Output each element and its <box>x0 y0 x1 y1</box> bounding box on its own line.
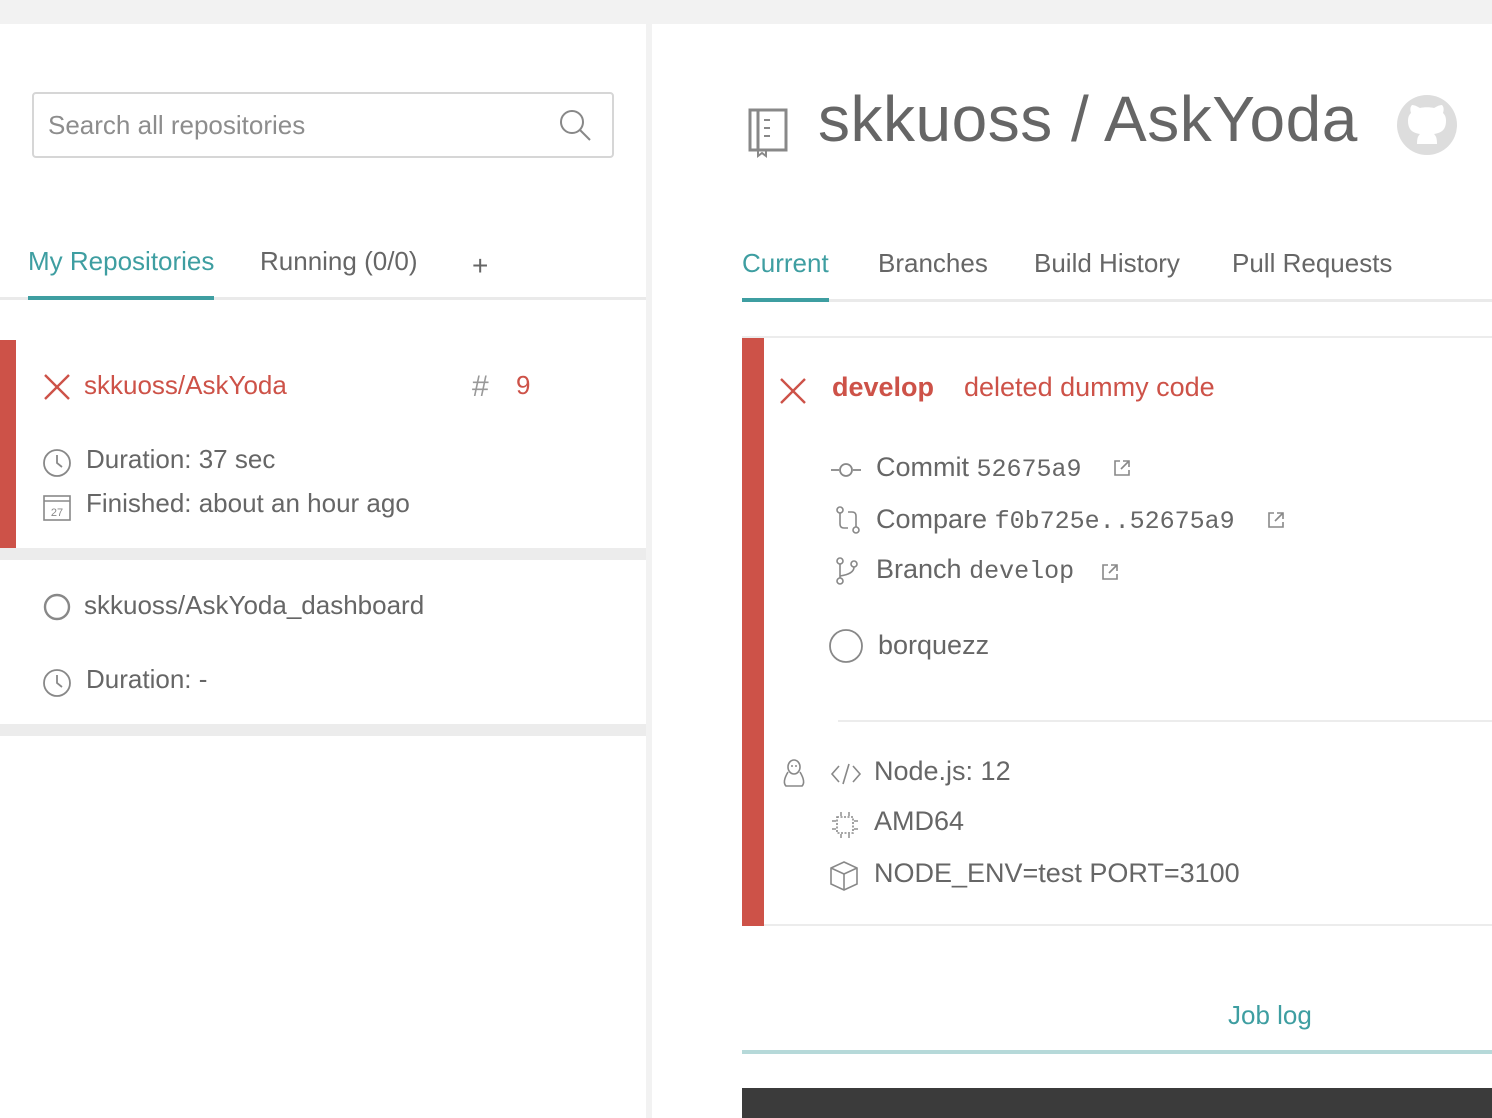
external-link-icon[interactable] <box>1266 510 1286 530</box>
external-link-icon[interactable] <box>1100 562 1120 582</box>
arch-info: AMD64 <box>874 806 965 836</box>
add-tab-button[interactable]: + <box>472 250 488 304</box>
repo-name-link[interactable]: skkuoss/AskYoda <box>84 370 287 401</box>
clock-icon <box>43 449 71 477</box>
search-icon[interactable] <box>558 108 592 142</box>
branch-name[interactable]: develop <box>969 557 1074 586</box>
commit-label: Commit <box>876 452 969 482</box>
compare-label: Compare <box>876 504 988 534</box>
branch-icon <box>836 557 858 585</box>
search-box <box>32 92 614 158</box>
author-name: borquezz <box>878 630 990 660</box>
status-circle-icon <box>43 593 71 621</box>
compare-icon <box>836 506 860 534</box>
tab-branches[interactable]: Branches <box>878 248 988 302</box>
repo-card-askyoda[interactable]: skkuoss/AskYoda # 9 Duration: 37 sec 27 … <box>0 340 646 548</box>
repository-main: skkuoss / AskYoda Current Branches Build… <box>652 24 1492 1118</box>
github-icon[interactable] <box>1396 94 1458 156</box>
language-info: Node.js: 12 <box>874 756 1011 786</box>
build-number-link[interactable]: 9 <box>516 370 530 401</box>
build-branch-link[interactable]: develop <box>832 372 934 403</box>
build-hash-icon: # <box>472 370 489 403</box>
tab-build-history[interactable]: Build History <box>1034 248 1180 302</box>
sidebar-tabs: My Repositories Running (0/0) + <box>0 224 646 300</box>
build-commit-message: deleted dummy code <box>964 372 1215 402</box>
tab-current[interactable]: Current <box>742 248 829 302</box>
commit-hash[interactable]: 52675a9 <box>977 455 1082 484</box>
failed-status-bar <box>742 338 764 926</box>
repositories-sidebar: My Repositories Running (0/0) + skkuoss/… <box>0 24 646 1118</box>
tab-my-repositories[interactable]: My Repositories <box>28 246 215 300</box>
job-log-link[interactable]: Job log <box>1228 1000 1312 1031</box>
commit-row[interactable]: Commit 52675a9 <box>876 452 1082 484</box>
branch-row[interactable]: Branch develop <box>876 554 1074 586</box>
clock-icon <box>43 669 71 697</box>
tab-pull-requests[interactable]: Pull Requests <box>1232 248 1392 302</box>
failed-x-icon <box>44 374 70 400</box>
card-separator <box>0 724 646 736</box>
top-bar <box>0 0 1492 24</box>
build-divider <box>838 720 1492 722</box>
log-terminal <box>742 1088 1492 1118</box>
calendar-icon: 27 <box>43 495 71 521</box>
repo-duration: Duration: 37 sec <box>86 444 276 474</box>
search-input[interactable] <box>48 94 548 156</box>
tab-running[interactable]: Running (0/0) <box>260 246 418 300</box>
repo-finished: Finished: about an hour ago <box>86 488 410 518</box>
repo-book-icon <box>748 108 788 158</box>
repo-duration: Duration: - <box>86 664 208 694</box>
current-build-card: develop deleted dummy code Commit 52675a… <box>742 336 1492 926</box>
commit-icon <box>831 463 861 477</box>
cpu-icon <box>832 812 858 838</box>
compare-range[interactable]: f0b725e..52675a9 <box>995 507 1235 536</box>
repo-card-askyoda-dashboard[interactable]: skkuoss/AskYoda_dashboard Duration: - <box>0 560 646 724</box>
env-box-icon <box>830 861 858 891</box>
compare-row[interactable]: Compare f0b725e..52675a9 <box>876 504 1235 536</box>
repo-name-link[interactable]: skkuoss/AskYoda_dashboard <box>84 590 424 621</box>
svg-text:27: 27 <box>51 507 63 519</box>
card-separator <box>0 548 646 560</box>
external-link-icon[interactable] <box>1112 458 1132 478</box>
env-info: NODE_ENV=test PORT=3100 <box>874 858 1240 888</box>
page-title: skkuoss / AskYoda <box>818 83 1358 155</box>
job-log-tab: Job log <box>742 988 1492 1054</box>
linux-icon <box>783 759 805 787</box>
avatar <box>829 629 863 663</box>
branch-label: Branch <box>876 554 962 584</box>
code-icon <box>830 763 862 785</box>
failed-x-icon <box>780 378 806 404</box>
repo-tabs: Current Branches Build History Pull Requ… <box>742 220 1492 302</box>
